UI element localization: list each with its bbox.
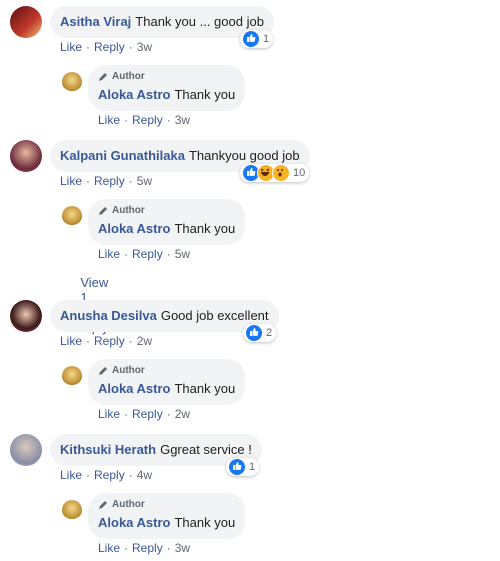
comment-bubble: Asitha Viraj Thank you ... good job: [50, 6, 274, 38]
like-link[interactable]: Like: [98, 247, 120, 261]
like-link[interactable]: Like: [60, 40, 82, 54]
avatar[interactable]: [10, 140, 42, 172]
reaction-summary[interactable]: 2: [243, 324, 277, 342]
comment-actions: Like · Reply · 4w: [60, 468, 153, 482]
reply-link[interactable]: Reply: [94, 174, 125, 188]
avatar[interactable]: [10, 6, 42, 38]
reply-bubble: Author Aloka Astro Thank you: [88, 199, 246, 245]
comment-actions: Like · Reply · 2w: [60, 334, 153, 348]
comment-text: Thankyou good job: [188, 148, 300, 163]
author-badge: Author: [98, 365, 235, 377]
reply-bubble: Author Aloka Astro Thank you: [88, 359, 246, 405]
author-avatar[interactable]: [62, 206, 82, 226]
reply-actions: Like · Reply · 3w: [98, 113, 191, 127]
timestamp[interactable]: 2w: [175, 407, 190, 421]
pencil-icon: [99, 207, 107, 215]
like-link[interactable]: Like: [98, 541, 120, 555]
reply-text: Thank you: [174, 221, 236, 236]
author-badge-label: Author: [112, 71, 145, 82]
like-reaction-icon: [228, 458, 246, 476]
reply-bubble: Author Aloka Astro Thank you: [88, 493, 246, 539]
comment-text: Good job excellent: [160, 308, 269, 323]
timestamp[interactable]: 5w: [137, 174, 152, 188]
author-avatar[interactable]: [62, 500, 82, 520]
author-badge: Author: [98, 71, 235, 83]
timestamp[interactable]: 3w: [175, 113, 190, 127]
reply-link[interactable]: Reply: [94, 40, 125, 54]
reaction-summary[interactable]: 10: [240, 164, 310, 182]
reply-link[interactable]: Reply: [132, 407, 163, 421]
reaction-count: 1: [249, 461, 256, 473]
reply-link[interactable]: Reply: [94, 468, 125, 482]
timestamp[interactable]: 2w: [137, 334, 152, 348]
reply-link[interactable]: Reply: [132, 113, 163, 127]
reply-author-name[interactable]: Aloka Astro: [98, 381, 170, 396]
reply-author-name[interactable]: Aloka Astro: [98, 87, 170, 102]
reply-actions: Like · Reply · 3w: [98, 541, 191, 555]
commenter-name[interactable]: Anusha Desilva: [60, 308, 157, 323]
comment-text: Ggreat service !: [160, 442, 252, 457]
reply-text: Thank you: [174, 381, 236, 396]
reply-text: Thank you: [174, 515, 236, 530]
reply-text: Thank you: [174, 87, 236, 102]
like-reaction-icon: [245, 324, 263, 342]
reaction-summary[interactable]: 1: [226, 458, 260, 476]
reply-bubble: Author Aloka Astro Thank you: [88, 65, 246, 111]
like-link[interactable]: Like: [60, 174, 82, 188]
comment-actions: Like · Reply · 3w: [60, 40, 153, 54]
like-link[interactable]: Like: [98, 113, 120, 127]
timestamp[interactable]: 3w: [137, 40, 152, 54]
avatar[interactable]: [10, 300, 42, 332]
timestamp[interactable]: 3w: [175, 541, 190, 555]
reply-actions: Like · Reply · 2w: [98, 407, 191, 421]
reply-author-name[interactable]: Aloka Astro: [98, 221, 170, 236]
avatar[interactable]: [10, 434, 42, 466]
author-badge: Author: [98, 205, 235, 217]
author-avatar[interactable]: [62, 72, 82, 92]
like-reaction-icon: [242, 30, 260, 48]
wow-reaction-icon: [272, 164, 290, 182]
reply-link[interactable]: Reply: [132, 247, 163, 261]
pencil-icon: [99, 501, 107, 509]
like-link[interactable]: Like: [60, 468, 82, 482]
author-avatar[interactable]: [62, 366, 82, 386]
author-badge-label: Author: [112, 365, 145, 376]
timestamp[interactable]: 4w: [137, 468, 152, 482]
author-badge: Author: [98, 499, 235, 511]
author-badge-label: Author: [112, 499, 145, 510]
comment-text: Thank you ... good job: [135, 14, 264, 29]
reply-link[interactable]: Reply: [132, 541, 163, 555]
pencil-icon: [99, 367, 107, 375]
pencil-icon: [99, 73, 107, 81]
reaction-count: 10: [293, 167, 306, 179]
reaction-count: 1: [263, 33, 270, 45]
author-badge-label: Author: [112, 205, 145, 216]
reply-author-name[interactable]: Aloka Astro: [98, 515, 170, 530]
commenter-name[interactable]: Kalpani Gunathilaka: [60, 148, 185, 163]
reply-actions: Like · Reply · 5w: [98, 247, 191, 261]
timestamp[interactable]: 5w: [175, 247, 190, 261]
reaction-summary[interactable]: 1: [240, 30, 274, 48]
reaction-count: 2: [266, 327, 273, 339]
commenter-name[interactable]: Asitha Viraj: [60, 14, 131, 29]
like-link[interactable]: Like: [60, 334, 82, 348]
comment-actions: Like · Reply · 5w: [60, 174, 153, 188]
reply-link[interactable]: Reply: [94, 334, 125, 348]
commenter-name[interactable]: Kithsuki Herath: [60, 442, 156, 457]
like-link[interactable]: Like: [98, 407, 120, 421]
